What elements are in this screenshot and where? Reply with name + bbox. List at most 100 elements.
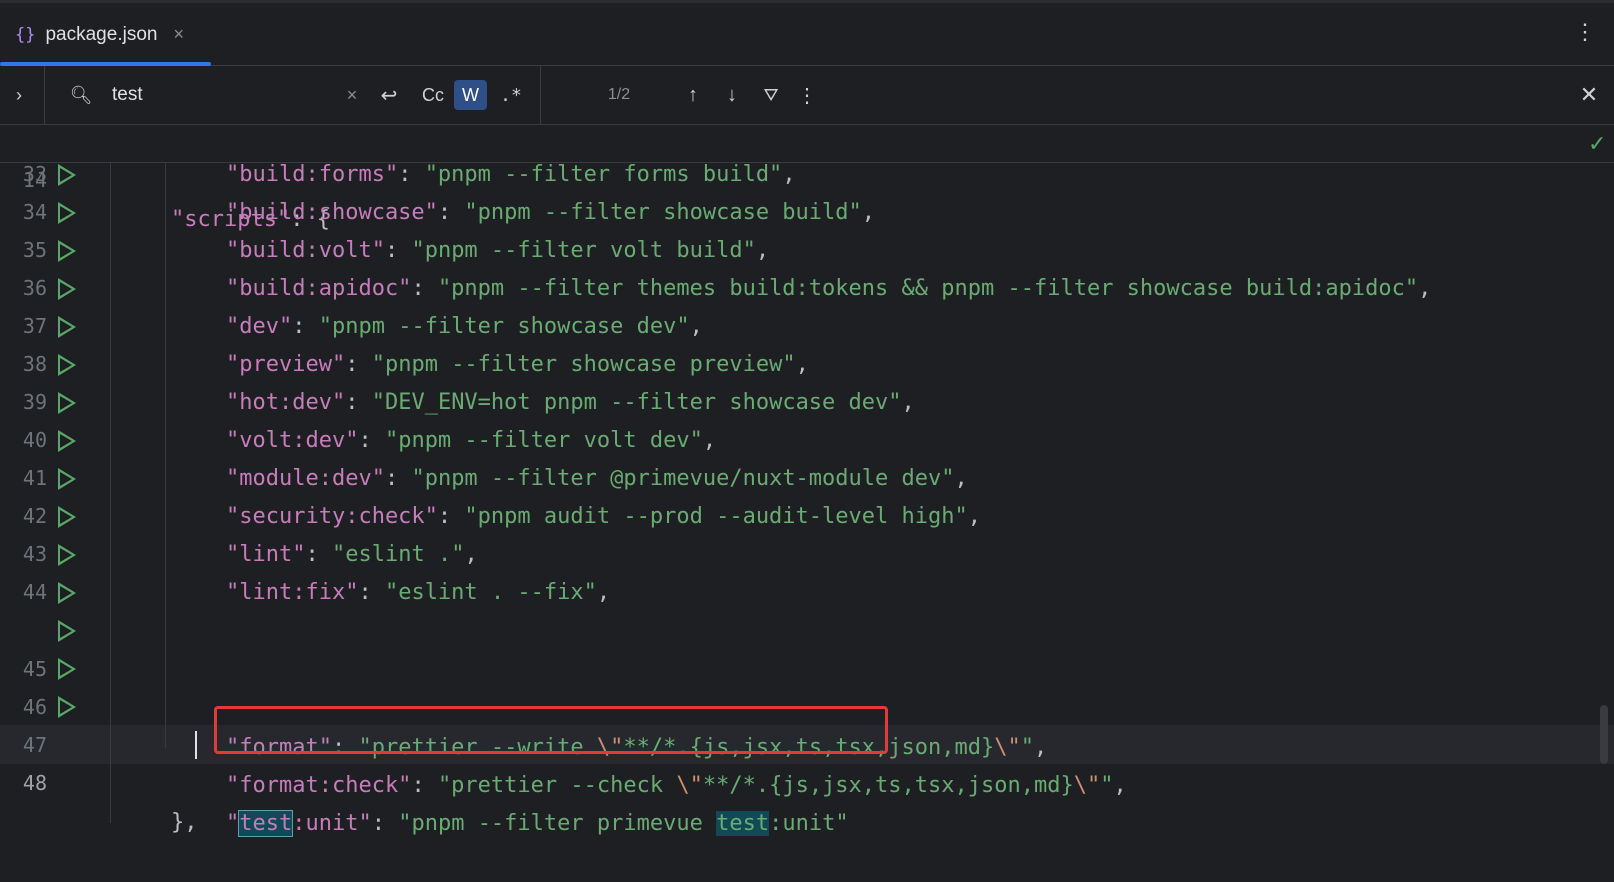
run-script-icon[interactable] <box>58 240 76 262</box>
json-value: "eslint ." <box>331 542 465 567</box>
line-number: 36 <box>22 276 47 300</box>
escape-sequence: \" <box>676 773 703 798</box>
find-bar: › 🔍︎ × ↩ Cc W .* 1/2 ↑ ↓ ⛛ ⋮ ✕ <box>0 66 1614 125</box>
run-script-icon[interactable] <box>58 278 76 300</box>
line-number: 39 <box>22 390 47 414</box>
run-script-icon[interactable] <box>58 544 76 566</box>
code-line: 37 "dev": "pnpm --filter showcase dev", <box>0 307 1614 346</box>
search-history-icon[interactable]: 🔍︎ <box>66 80 96 110</box>
match-case-button[interactable]: Cc <box>415 80 451 110</box>
json-key: "build:apidoc" <box>226 276 412 301</box>
divider <box>540 66 541 125</box>
json-value: "pnpm --filter forms build" <box>424 162 783 187</box>
json-file-icon: {} <box>15 24 36 45</box>
line-number: 37 <box>22 314 47 338</box>
expand-replace-icon[interactable]: › <box>8 80 30 110</box>
code-line: 46 "format:check": "prettier --check \"*… <box>0 649 1614 798</box>
regex-button[interactable]: .* <box>496 80 526 110</box>
search-match-highlight: test <box>716 811 770 836</box>
json-key: "build:showcase" <box>226 200 438 225</box>
line-number: 43 <box>22 542 47 566</box>
tab-label: package.json <box>45 23 158 45</box>
code-line: 44 "lint:fix": "eslint . --fix", <box>0 573 1614 612</box>
text-caret <box>195 731 197 759</box>
code-editor[interactable]: 14 "scripts": { ✓ 33 "build:forms": "pnpm… <box>0 125 1614 837</box>
code-line: 45 "format": "prettier --write \"**/*.{j… <box>0 611 1614 760</box>
line-number: 38 <box>22 352 47 376</box>
json-value: "pnpm --filter @primevue/nuxt-module dev… <box>411 466 955 491</box>
line-number: 35 <box>22 238 47 262</box>
run-script-icon[interactable] <box>58 658 76 680</box>
whole-words-button[interactable]: W <box>454 80 487 110</box>
search-input[interactable] <box>112 80 332 110</box>
line-number: 42 <box>22 504 47 528</box>
more-options-icon[interactable]: ⋮ <box>1574 21 1596 43</box>
json-value: "pnpm --filter volt build" <box>411 238 756 263</box>
json-key: "lint" <box>226 542 306 567</box>
run-script-icon[interactable] <box>58 392 76 414</box>
code-line: 36 "build:apidoc": "pnpm --filter themes … <box>0 269 1614 308</box>
code-line: 39 "hot:dev": "DEV_ENV=hot pnpm --filter … <box>0 383 1614 422</box>
escape-sequence: \" <box>1073 773 1101 798</box>
code-line: 33 "build:forms": "pnpm --filter forms bu… <box>0 155 1614 194</box>
json-punct: }, <box>171 810 198 835</box>
code-line: 38 "preview": "pnpm --filter showcase pre… <box>0 345 1614 384</box>
close-find-icon[interactable]: ✕ <box>1574 80 1604 110</box>
filter-icon[interactable]: ⛛ <box>756 80 786 110</box>
json-value: "DEV_ENV=hot pnpm --filter showcase dev" <box>371 390 902 415</box>
run-script-icon[interactable] <box>58 468 76 490</box>
line-number: 40 <box>22 428 47 452</box>
run-script-icon[interactable] <box>58 316 76 338</box>
json-value: "pnpm audit --prod --audit-level high" <box>464 504 968 529</box>
json-value: "pnpm --filter primevue <box>398 811 717 836</box>
code-line: 42 "security:check": "pnpm audit --prod -… <box>0 497 1614 536</box>
code-line: 43 "lint": "eslint .", <box>0 535 1614 574</box>
line-number: 41 <box>22 466 47 490</box>
json-key: "security:check" <box>226 504 438 529</box>
json-value: "pnpm --filter showcase build" <box>464 200 862 225</box>
json-key: "build:volt" <box>226 238 385 263</box>
no-problems-check-icon: ✓ <box>1588 131 1607 156</box>
scrollbar-thumb[interactable] <box>1600 705 1608 764</box>
json-key: "lint:fix" <box>226 580 359 605</box>
json-key: "dev" <box>226 314 293 339</box>
run-script-icon[interactable] <box>58 696 76 718</box>
run-script-icon[interactable] <box>58 202 76 224</box>
tab-package-json[interactable]: {} package.json × <box>0 3 211 66</box>
line-number: 34 <box>22 200 47 224</box>
json-value: "pnpm --filter volt dev" <box>384 428 703 453</box>
find-more-icon[interactable]: ⋮ <box>797 80 817 110</box>
run-script-icon[interactable] <box>58 354 76 376</box>
tab-bar: {} package.json × ⋮ <box>0 0 1614 66</box>
run-script-icon[interactable] <box>58 582 76 604</box>
json-key: "format:check" <box>226 773 412 798</box>
clear-search-icon[interactable]: × <box>340 80 364 110</box>
run-script-icon[interactable] <box>58 620 76 642</box>
match-count: 1/2 <box>607 86 631 103</box>
json-key: "module:dev" <box>226 466 385 491</box>
json-value: "eslint . --fix" <box>384 580 597 605</box>
run-script-icon[interactable] <box>58 164 76 186</box>
json-key: :unit" <box>292 811 372 836</box>
close-tab-icon[interactable]: × <box>173 24 184 45</box>
code-line: 41 "module:dev": "pnpm --filter @primevue… <box>0 459 1614 498</box>
json-value: "prettier --check <box>437 773 677 798</box>
previous-match-icon[interactable]: ↑ <box>678 80 708 110</box>
json-key: "preview" <box>226 352 346 377</box>
json-value: "pnpm --filter showcase preview" <box>371 352 796 377</box>
run-script-icon[interactable] <box>58 506 76 528</box>
run-script-icon[interactable] <box>58 430 76 452</box>
json-key: "build:forms" <box>226 162 399 187</box>
json-key: "hot:dev" <box>226 390 346 415</box>
code-line: 35 "build:volt": "pnpm --filter volt buil… <box>0 231 1614 270</box>
code-line: 40 "volt:dev": "pnpm --filter volt dev", <box>0 421 1614 460</box>
new-line-icon[interactable]: ↩ <box>374 80 404 110</box>
next-match-icon[interactable]: ↓ <box>717 80 747 110</box>
line-number: 33 <box>22 162 47 186</box>
json-key: "volt:dev" <box>226 428 359 453</box>
search-match-highlight: test <box>238 810 294 837</box>
line-number: 44 <box>22 580 47 604</box>
json-value: "pnpm --filter showcase dev" <box>318 314 690 339</box>
code-line: 34 "build:showcase": "pnpm --filter showc… <box>0 193 1614 232</box>
annotation-highlight-box <box>214 706 888 754</box>
